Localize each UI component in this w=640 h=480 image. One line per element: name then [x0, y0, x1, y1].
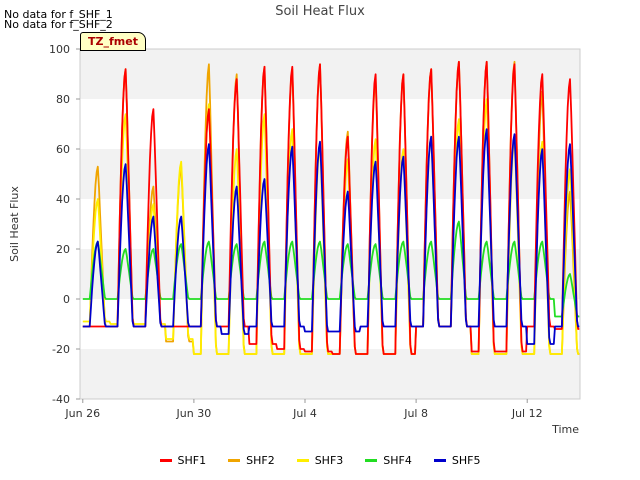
x-tick-label: Jun 26: [64, 407, 100, 420]
y-tick-label: 20: [56, 243, 70, 256]
x-tick-label: Jul 4: [292, 407, 317, 420]
chart-title: Soil Heat Flux: [275, 4, 365, 19]
no-data-note-2: No data for f_SHF_2: [4, 18, 113, 31]
legend-swatch-shf1: [159, 459, 172, 462]
site-badge: TZ_fmet: [80, 32, 146, 51]
legend-label-shf2: SHF2: [246, 454, 275, 467]
legend-swatch-shf4: [365, 459, 378, 462]
y-tick-label: 40: [56, 193, 70, 206]
legend-swatch-shf3: [296, 459, 309, 462]
series-line-shf1: [82, 60, 580, 355]
y-tick-label: 80: [56, 93, 70, 106]
y-tick-label: 100: [49, 43, 70, 56]
legend: SHF1 SHF2 SHF3 SHF4 SHF5: [0, 454, 640, 467]
y-tick-label: -20: [52, 343, 70, 356]
grid-band: [80, 349, 580, 399]
y-axis: -40 -20 0 20 40 60 80 100: [49, 43, 80, 406]
x-tick-label: Jun 30: [176, 407, 212, 420]
legend-item-shf5: SHF5: [433, 454, 481, 467]
legend-label-shf4: SHF4: [383, 454, 412, 467]
legend-label-shf3: SHF3: [314, 454, 344, 467]
legend-swatch-shf2: [228, 459, 241, 462]
y-axis-title: Soil Heat Flux: [8, 186, 21, 262]
legend-item-shf2: SHF2: [228, 454, 275, 467]
legend-item-shf3: SHF3: [296, 454, 344, 467]
chart-svg: -40 -20 0 20 40 60 80 100 Jun 26 Jun 30 Jul 4 Jul …: [8, 4, 581, 436]
y-tick-label: 0: [63, 293, 70, 306]
series-lines: [82, 60, 580, 355]
legend-label-shf5: SHF5: [451, 454, 481, 467]
y-tick-label: 60: [56, 143, 70, 156]
y-tick-label: -40: [52, 393, 70, 406]
x-tick-label: Jul 8: [403, 407, 428, 420]
legend-label-shf1: SHF1: [177, 454, 207, 467]
legend-item-shf1: SHF1: [159, 454, 207, 467]
legend-swatch-shf5: [433, 459, 446, 462]
x-axis: Jun 26 Jun 30 Jul 4 Jul 8 Jul 12: [64, 399, 543, 420]
x-tick-label: Jul 12: [511, 407, 543, 420]
legend-item-shf4: SHF4: [365, 454, 412, 467]
x-axis-title: Time: [551, 423, 579, 436]
grid-band: [80, 49, 580, 99]
